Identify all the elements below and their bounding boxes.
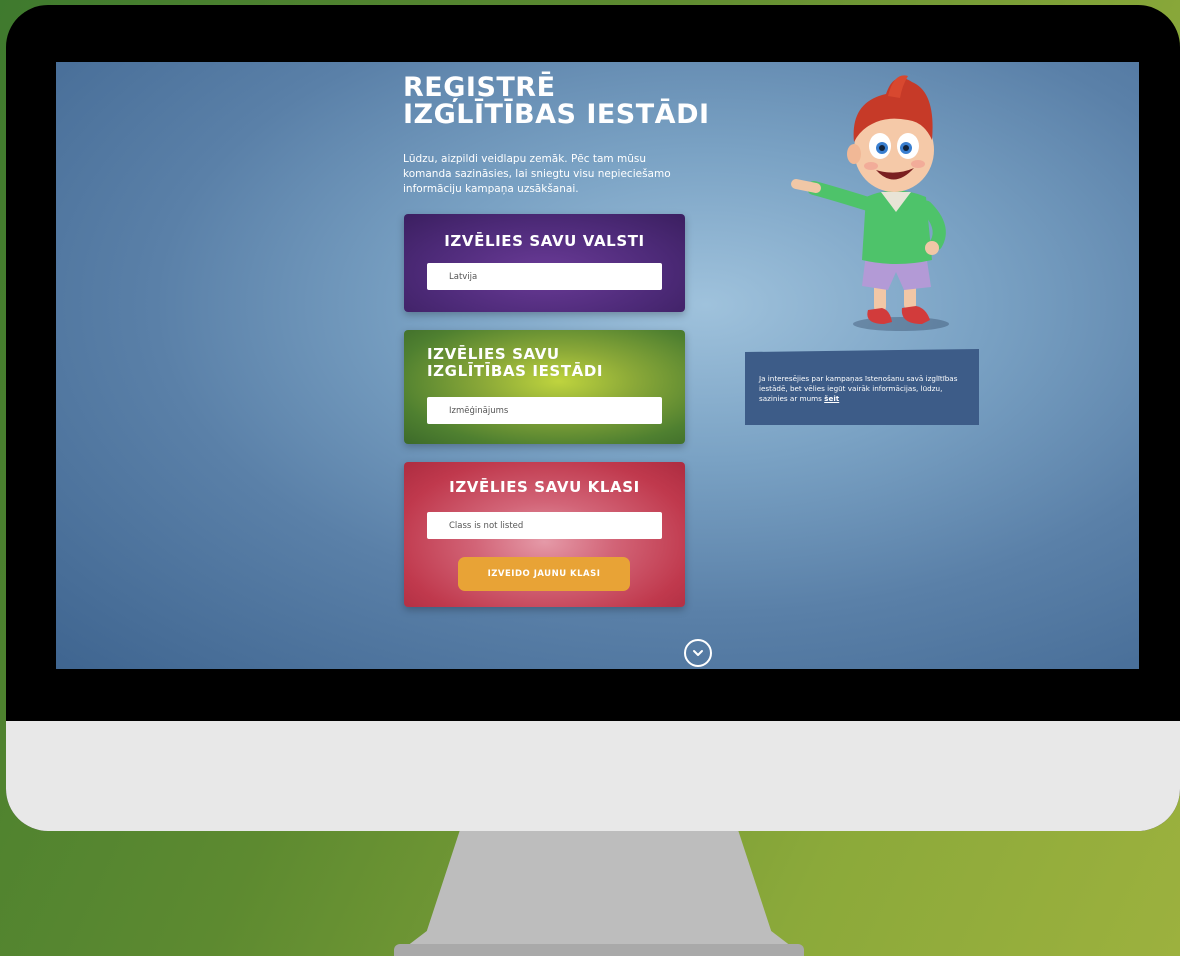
intro-text: Lūdzu, aizpildi veidlapu zemāk. Pēc tam … (403, 153, 671, 195)
class-card: IZVĒLIES SAVU KLASI IZVEIDO JAUNU KLASI (404, 462, 685, 607)
monitor-stand-base (394, 944, 804, 956)
screen: REĢISTRĒ IZGLĪTĪBAS IESTĀDI Lūdzu, aizpi… (56, 62, 1139, 669)
page-title-line2: IZGLĪTĪBAS IESTĀDI (403, 99, 710, 130)
info-box-link[interactable]: šeit (824, 394, 839, 403)
school-card-title: IZVĒLIES SAVU IZGLĪTĪBAS IESTĀDI (427, 345, 604, 380)
info-box: Ja interesējies par kampaņas īstenošanu … (745, 349, 979, 425)
class-card-title: IZVĒLIES SAVU KLASI (449, 478, 640, 496)
monitor-stand (394, 831, 804, 956)
mascot-image (791, 75, 949, 331)
info-box-text: Ja interesējies par kampaņas īstenošanu … (759, 374, 958, 403)
chevron-down-icon (693, 650, 703, 656)
monitor-chin (6, 721, 1180, 831)
scroll-down-button[interactable] (684, 639, 712, 667)
country-select[interactable] (427, 263, 662, 290)
page-title-line1: REĢISTRĒ (403, 72, 556, 103)
school-select[interactable] (427, 397, 662, 424)
create-class-button[interactable]: IZVEIDO JAUNU KLASI (458, 557, 630, 591)
country-card-title: IZVĒLIES SAVU VALSTI (444, 232, 645, 250)
school-card: IZVĒLIES SAVU IZGLĪTĪBAS IESTĀDI (404, 330, 685, 444)
page-title: REĢISTRĒ IZGLĪTĪBAS IESTĀDI (403, 74, 710, 128)
class-select[interactable] (427, 512, 662, 539)
country-card: IZVĒLIES SAVU VALSTI (404, 214, 685, 312)
